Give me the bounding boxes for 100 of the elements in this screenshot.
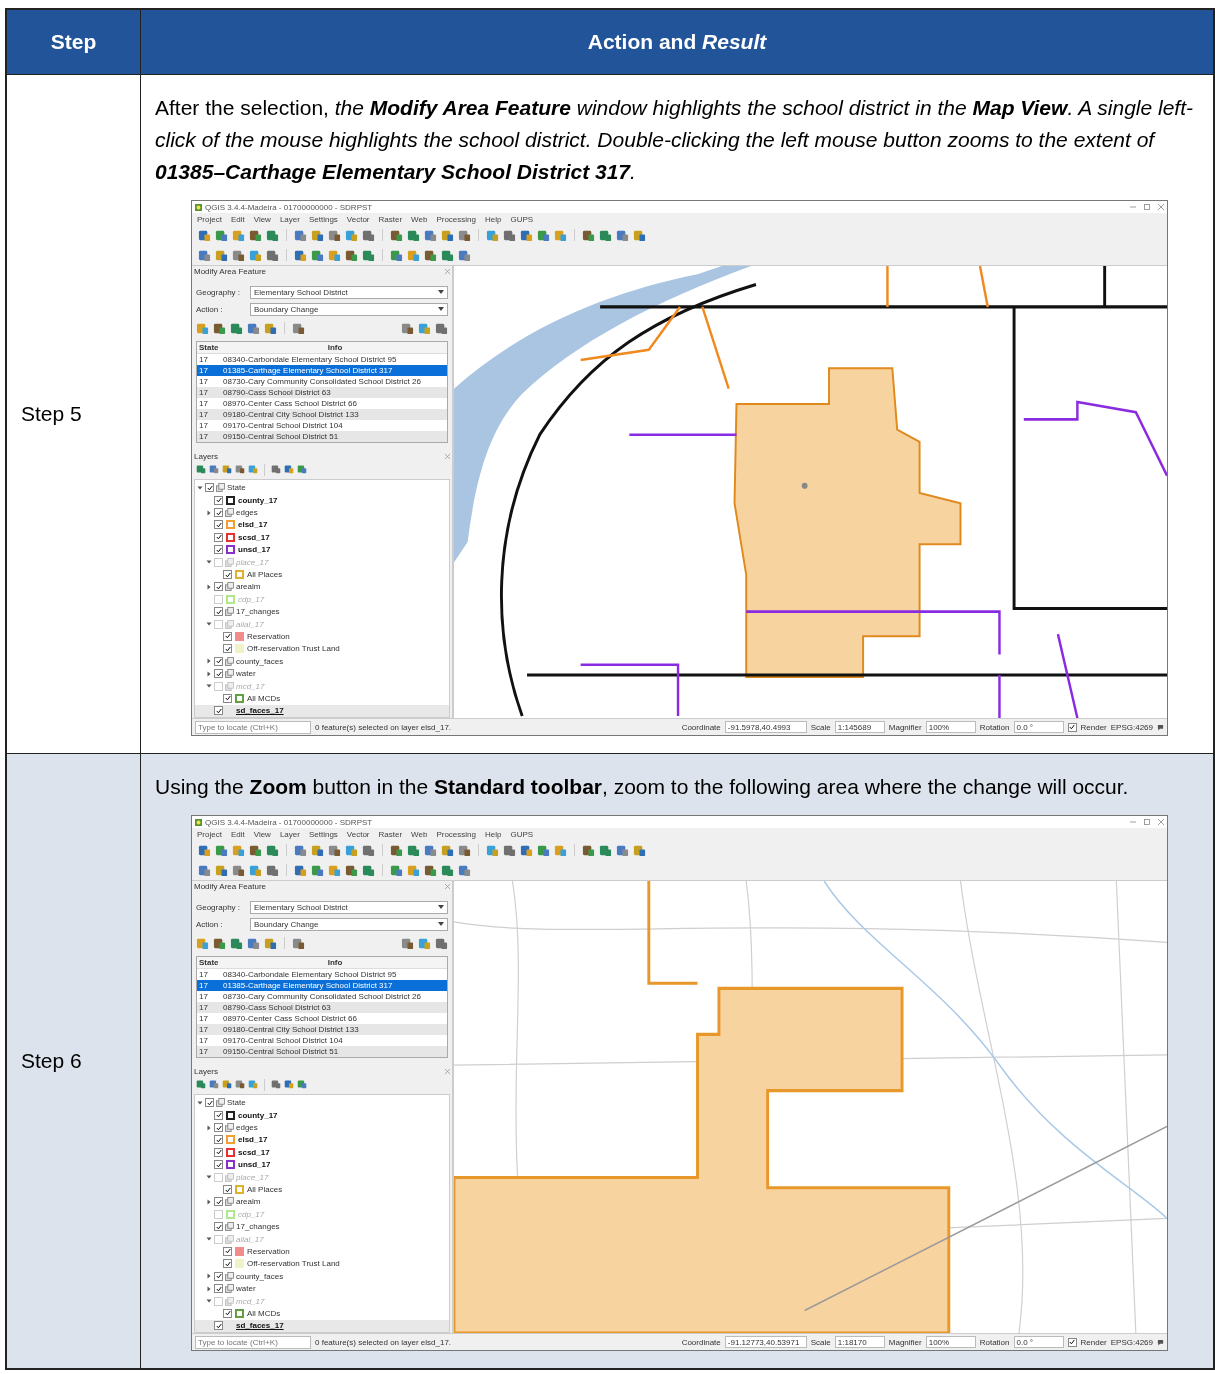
tool-icon[interactable] <box>196 321 209 335</box>
expand-icon[interactable] <box>206 1198 212 1205</box>
tool-icon[interactable] <box>458 248 471 262</box>
tool-icon[interactable] <box>616 843 629 857</box>
tool-icon[interactable] <box>235 463 245 474</box>
tool-icon[interactable] <box>616 228 629 242</box>
layer-row[interactable]: county_17 <box>195 493 449 507</box>
layer-row[interactable]: Off-reservation Trust Land <box>195 642 449 656</box>
checkbox[interactable] <box>214 594 223 604</box>
menu-item[interactable]: Project <box>197 829 222 839</box>
tool-icon[interactable] <box>345 863 358 877</box>
list-row[interactable]: 17 08340-Carbondale Elementary School District 95 <box>197 968 447 980</box>
list-row[interactable]: 17 08790-Cass School District 63 <box>197 1001 447 1013</box>
tool-icon[interactable] <box>215 248 228 262</box>
layer-row[interactable]: sd_faces_17 <box>195 704 449 717</box>
menu-item[interactable]: Edit <box>230 214 245 224</box>
tool-icon[interactable] <box>294 843 307 857</box>
expand-icon[interactable] <box>206 658 212 665</box>
tool-icon[interactable] <box>458 228 471 242</box>
tool-icon[interactable] <box>407 228 420 242</box>
close-icon[interactable] <box>1158 819 1164 825</box>
layer-row[interactable]: elsd_17 <box>195 518 449 532</box>
collapse-icon[interactable] <box>206 1236 212 1243</box>
tool-icon[interactable] <box>198 843 211 857</box>
tool-icon[interactable] <box>424 843 437 857</box>
tool-icon[interactable] <box>294 863 307 877</box>
collapse-icon[interactable] <box>206 559 212 566</box>
scale-field[interactable]: 1:18170 <box>834 1336 885 1348</box>
coordinate-field[interactable]: -91.12773,40.53971 <box>724 1336 807 1348</box>
checkbox[interactable] <box>223 570 232 579</box>
maximize-icon[interactable] <box>1144 204 1150 210</box>
tool-icon[interactable] <box>249 843 262 857</box>
layer-row[interactable]: 17_changes <box>195 605 449 618</box>
tool-icon[interactable] <box>328 863 341 877</box>
tool-icon[interactable] <box>271 1078 281 1089</box>
menu-item[interactable]: Layer <box>279 214 300 224</box>
checkbox[interactable] <box>214 1110 223 1120</box>
tool-icon[interactable] <box>294 248 307 262</box>
layer-row[interactable]: Reservation <box>195 630 449 643</box>
checkbox[interactable] <box>214 619 223 629</box>
menu-item[interactable]: Project <box>197 214 222 224</box>
checkbox[interactable] <box>214 582 223 592</box>
tool-icon[interactable] <box>266 863 279 877</box>
tool-icon[interactable] <box>235 1078 245 1089</box>
dropdown[interactable]: Elementary School District <box>250 900 448 914</box>
tool-icon[interactable] <box>407 248 420 262</box>
checkbox[interactable] <box>214 1321 223 1331</box>
layer-row[interactable]: elsd_17 <box>195 1133 449 1147</box>
layer-row[interactable]: county_faces <box>195 655 449 668</box>
menu-item[interactable]: Help <box>484 214 502 224</box>
checkbox[interactable] <box>214 607 223 617</box>
tool-icon[interactable] <box>390 843 403 857</box>
checkbox[interactable] <box>205 1098 214 1108</box>
tool-icon[interactable] <box>247 936 260 950</box>
tool-icon[interactable] <box>266 843 279 857</box>
tool-icon[interactable] <box>520 228 533 242</box>
checkbox[interactable] <box>214 1197 223 1207</box>
tool-icon[interactable] <box>390 248 403 262</box>
close-icon[interactable] <box>1158 204 1164 210</box>
tool-icon[interactable] <box>407 843 420 857</box>
checkbox[interactable] <box>214 1160 223 1170</box>
checkbox[interactable] <box>214 1234 223 1244</box>
tool-icon[interactable] <box>213 936 226 950</box>
tool-icon[interactable] <box>232 248 245 262</box>
layer-row[interactable]: edges <box>195 1121 449 1134</box>
checkbox[interactable] <box>1067 722 1077 732</box>
tool-icon[interactable] <box>247 321 260 335</box>
checkbox[interactable] <box>223 693 232 703</box>
magnifier-field[interactable]: 100% <box>925 1336 976 1348</box>
checkbox[interactable] <box>214 520 223 530</box>
collapse-icon[interactable] <box>197 1099 203 1106</box>
collapse-icon[interactable] <box>206 1174 212 1181</box>
tool-icon[interactable] <box>486 843 499 857</box>
expand-icon[interactable] <box>206 1273 212 1280</box>
tool-icon[interactable] <box>418 321 431 335</box>
checkbox[interactable] <box>214 532 223 542</box>
magnifier-field[interactable]: 100% <box>925 721 976 733</box>
tool-icon[interactable] <box>213 321 226 335</box>
layer-row[interactable]: Reservation <box>195 1245 449 1258</box>
checkbox[interactable] <box>223 1185 232 1194</box>
tool-icon[interactable] <box>424 863 437 877</box>
layer-row[interactable]: All Places <box>195 568 449 581</box>
checkbox[interactable] <box>223 1308 232 1318</box>
tool-icon[interactable] <box>633 228 646 242</box>
tool-icon[interactable] <box>554 228 567 242</box>
list-row[interactable]: 17 09170-Central School District 104 <box>197 1034 447 1046</box>
list-row[interactable]: 17 09180-Central City School District 133 <box>197 1023 447 1035</box>
checkbox[interactable] <box>223 1259 232 1269</box>
checkbox[interactable] <box>214 1222 223 1232</box>
tool-icon[interactable] <box>503 843 516 857</box>
layer-row[interactable]: scsd_17 <box>195 531 449 544</box>
tool-icon[interactable] <box>209 463 219 474</box>
layer-row[interactable]: Off-reservation Trust Land <box>195 1257 449 1271</box>
tool-icon[interactable] <box>196 463 206 474</box>
list-row[interactable]: 17 08970-Center Cass School District 66 <box>197 1012 447 1024</box>
list-row[interactable]: 17 08340-Carbondale Elementary School District 95 <box>197 353 447 365</box>
tool-icon[interactable] <box>407 863 420 877</box>
tool-icon[interactable] <box>264 321 277 335</box>
layer-row[interactable]: 17_changes <box>195 1220 449 1233</box>
layer-row[interactable]: county_17 <box>195 1108 449 1122</box>
